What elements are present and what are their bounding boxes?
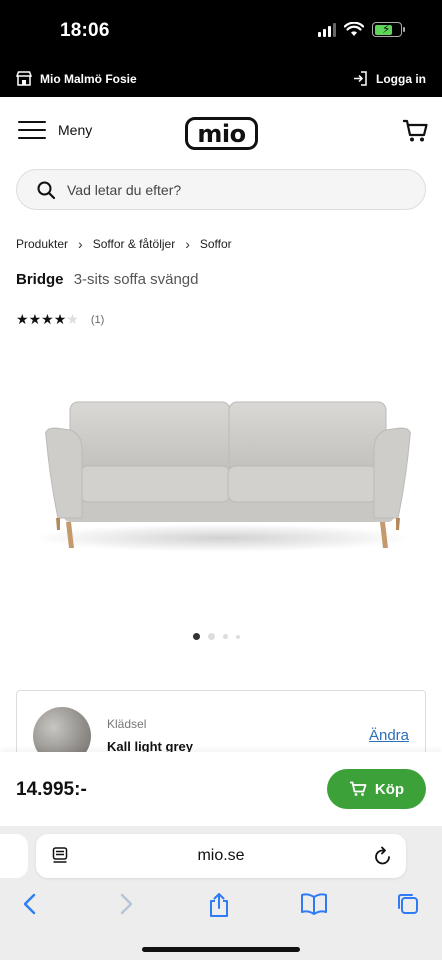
buy-button-label: Köp	[374, 780, 405, 798]
change-upholstery-link[interactable]: Ändra	[369, 727, 409, 744]
forward-icon[interactable]	[116, 892, 136, 916]
search-input[interactable]: Vad letar du efter?	[16, 169, 426, 210]
star-filled-icon: ★	[16, 311, 29, 327]
product-title: Bridge 3-sits soffa svängd	[16, 271, 198, 288]
search-icon	[37, 181, 55, 199]
carousel-dot[interactable]	[223, 634, 228, 639]
star-filled-icon: ★	[41, 311, 54, 327]
share-icon[interactable]	[208, 892, 230, 918]
carousel-dot[interactable]	[193, 633, 200, 640]
product-rating[interactable]: ★★★★★ (1)	[16, 311, 104, 328]
reload-icon[interactable]	[374, 846, 392, 866]
star-filled-icon: ★	[53, 311, 67, 327]
tabs-icon[interactable]	[396, 892, 420, 916]
bookmarks-icon[interactable]	[300, 892, 328, 916]
breadcrumb-item-soffor[interactable]: Soffor	[200, 237, 232, 251]
upholstery-label: Klädsel	[107, 717, 147, 731]
star-filled-icon: ★	[28, 311, 42, 327]
buy-button[interactable]: Köp	[327, 769, 426, 809]
wifi-icon	[344, 22, 364, 36]
chevron-right-icon: ›	[78, 236, 83, 252]
store-bar: Mio Malmö Fosie Logga in	[0, 62, 442, 97]
login-link[interactable]: Logga in	[353, 71, 426, 86]
store-name: Mio Malmö Fosie	[40, 71, 137, 86]
store-selector[interactable]: Mio Malmö Fosie	[16, 71, 137, 86]
review-count: (1)	[90, 313, 105, 326]
login-icon	[354, 71, 367, 86]
browser-toolbar	[0, 892, 442, 928]
product-price: 14.995:-	[16, 779, 87, 800]
carousel-dot[interactable]	[236, 634, 240, 639]
sofa-image	[32, 401, 412, 552]
star-empty-icon: ★	[66, 311, 79, 327]
menu-button[interactable]: Meny	[18, 121, 92, 139]
address-bar[interactable]: mio.se	[36, 834, 406, 878]
login-label: Logga in	[376, 71, 426, 86]
breadcrumb-item-soffor-fatoljer[interactable]: Soffor & fåtöljer	[93, 237, 176, 251]
previous-tab-peek[interactable]	[0, 834, 28, 878]
status-icons: ⚡	[318, 22, 405, 37]
chevron-right-icon: ›	[185, 236, 190, 252]
rating-stars: ★★★★★	[16, 311, 79, 328]
cart-button[interactable]	[402, 119, 428, 148]
carousel-dot[interactable]	[208, 633, 215, 640]
cart-icon	[349, 781, 367, 796]
image-carousel-dots[interactable]	[193, 633, 240, 640]
store-icon	[16, 71, 32, 86]
cellular-signal-icon	[318, 22, 336, 37]
status-bar: 18:06 ⚡	[0, 0, 442, 62]
home-indicator	[142, 947, 300, 952]
url-text: mio.se	[197, 847, 245, 864]
breadcrumb-item-produkter[interactable]: Produkter	[16, 237, 68, 251]
back-icon[interactable]	[20, 892, 40, 916]
product-brand: Bridge	[16, 271, 64, 288]
mio-logo[interactable]: mio	[185, 117, 258, 150]
search-placeholder: Vad letar du efter?	[67, 181, 182, 198]
site-header: Meny mio	[0, 97, 442, 167]
buy-bar: 14.995:- Köp	[0, 752, 442, 826]
product-name: 3-sits soffa svängd	[73, 271, 199, 288]
product-image[interactable]	[0, 350, 442, 610]
cart-icon	[403, 119, 428, 142]
browser-chrome: mio.se	[0, 826, 442, 960]
menu-label: Meny	[58, 122, 93, 138]
hamburger-icon	[18, 121, 46, 139]
breadcrumb: Produkter › Soffor & fåtöljer › Soffor	[16, 236, 232, 252]
battery-icon: ⚡	[372, 22, 405, 37]
status-time: 18:06	[60, 20, 110, 41]
